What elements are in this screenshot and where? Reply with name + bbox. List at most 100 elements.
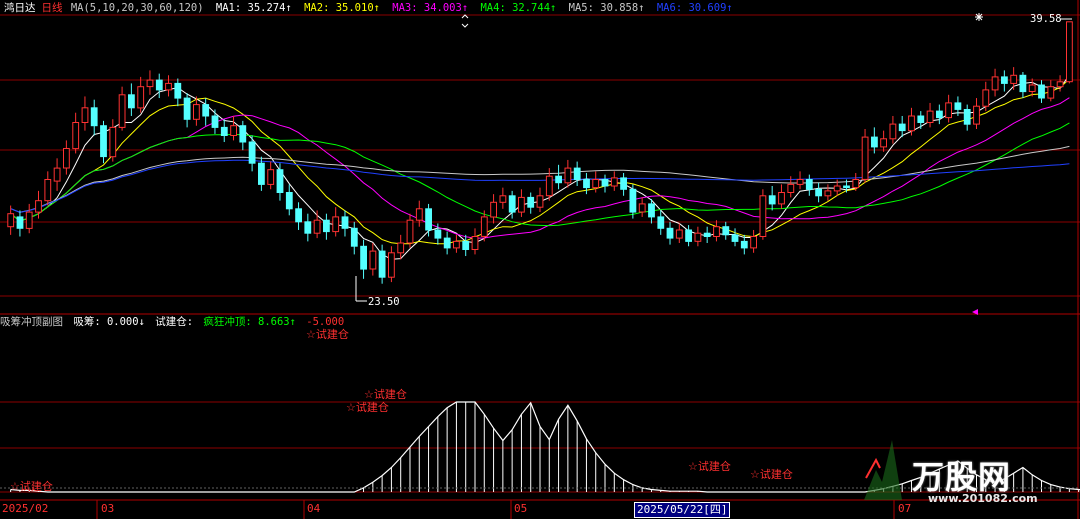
candle [722,221,730,240]
candle [499,187,507,209]
candle [350,221,358,255]
candle [601,174,609,193]
candle [323,213,330,240]
price-high-label: 39.58 [1030,13,1062,25]
candle [750,229,758,253]
candle [527,192,535,214]
signal-label-6: ☆试建仓 [10,480,53,493]
candle [917,111,925,129]
candle-body-down [843,185,850,189]
indicator-value-2: 试建仓: [148,316,200,328]
candle-body-up [193,104,200,120]
candle-body-up [63,148,70,169]
candle-body-up [165,82,172,91]
candle-body-up [592,179,600,189]
candle-body-up [490,201,498,218]
candle [146,70,154,95]
indicator-legend: 吸筹冲顶副图 吸筹: 0.000↓ 试建仓: 疯狂冲顶: 8.663↑ -5.0… [0,316,352,329]
candle [564,159,572,188]
candle-body-down [248,141,256,164]
candle-body-up [1010,74,1018,84]
candle [378,244,386,284]
candle-body-up [536,195,544,208]
candle [137,76,145,113]
candle-body-down [601,179,609,187]
scroll-marker-icon [461,14,469,28]
ma-params: MA(5,10,20,30,60,120) [70,2,204,14]
chart-canvas[interactable] [0,0,1080,519]
candle [388,246,395,283]
candle-body-up [889,123,897,140]
candle-body-up [908,115,915,132]
candle [1019,72,1027,99]
candle-body-down [871,136,878,148]
candle-body-down [174,82,182,99]
candle-body-up [146,79,154,88]
candle [109,119,117,162]
candle-body-up [471,236,479,250]
ma-value-4: MA4: 32.744↑ [474,2,557,14]
candle-body-up [638,203,646,213]
candle [824,184,832,201]
candle [44,171,52,206]
period-label[interactable]: 日线 [42,2,63,14]
candle [610,171,618,191]
candle [815,182,823,203]
candle [555,164,563,190]
candle-body-up [25,211,33,229]
candle-body-down [657,216,665,229]
candle [638,197,646,217]
candle-body-up [991,76,999,91]
candle [1047,80,1055,102]
indicator-value-4: -5.000 [299,316,345,328]
candle-body-down [703,232,711,237]
candle-body-down [323,219,330,233]
candle-body-up [388,252,395,278]
candle-body-up [72,122,80,150]
ma-values: MA1: 35.274↑ MA2: 35.010↑ MA3: 34.003↑ M… [210,2,739,14]
candle [369,243,377,276]
candle [796,171,804,190]
candle [973,98,980,129]
candle-body-down [378,250,386,278]
selected-date-box: 2025/05/22[四] [634,502,731,518]
candle-body-down [898,123,906,132]
candle [415,200,423,227]
candle [100,120,107,164]
candle [397,234,405,260]
candle-body-down [629,188,637,213]
candle-body-down [508,195,516,213]
candle [118,86,126,131]
candle [991,68,999,97]
candle [936,104,943,125]
candle-body-down [815,188,823,197]
candle [360,239,368,279]
candle [90,99,98,136]
candle-body-down [722,226,730,236]
candle [332,207,340,237]
candle-body-up [313,219,321,234]
candle [675,223,683,243]
candle-body-down [341,216,349,229]
candle [1066,21,1073,84]
candle [490,194,498,224]
candle [1001,70,1008,92]
candle-body-down [100,125,107,158]
candle-body-up [453,240,460,249]
candle [53,158,61,191]
candle [341,210,349,237]
candle [694,226,702,247]
candle [982,81,990,112]
candle [685,225,693,247]
candle [880,130,888,152]
chart-annotations [355,13,1072,500]
candle [926,102,934,128]
indicator-value-3: 疯狂冲顶: 8.663↑ [203,316,296,328]
candle-body-down [1019,74,1027,93]
x-axis-label-jul: 07 [898,502,912,515]
candle-body-down [1001,76,1008,84]
candle [425,203,433,237]
ma-value-3: MA3: 34.003↑ [385,2,469,14]
candle [620,172,628,196]
signal-label-5: ☆试建仓 [750,468,793,481]
